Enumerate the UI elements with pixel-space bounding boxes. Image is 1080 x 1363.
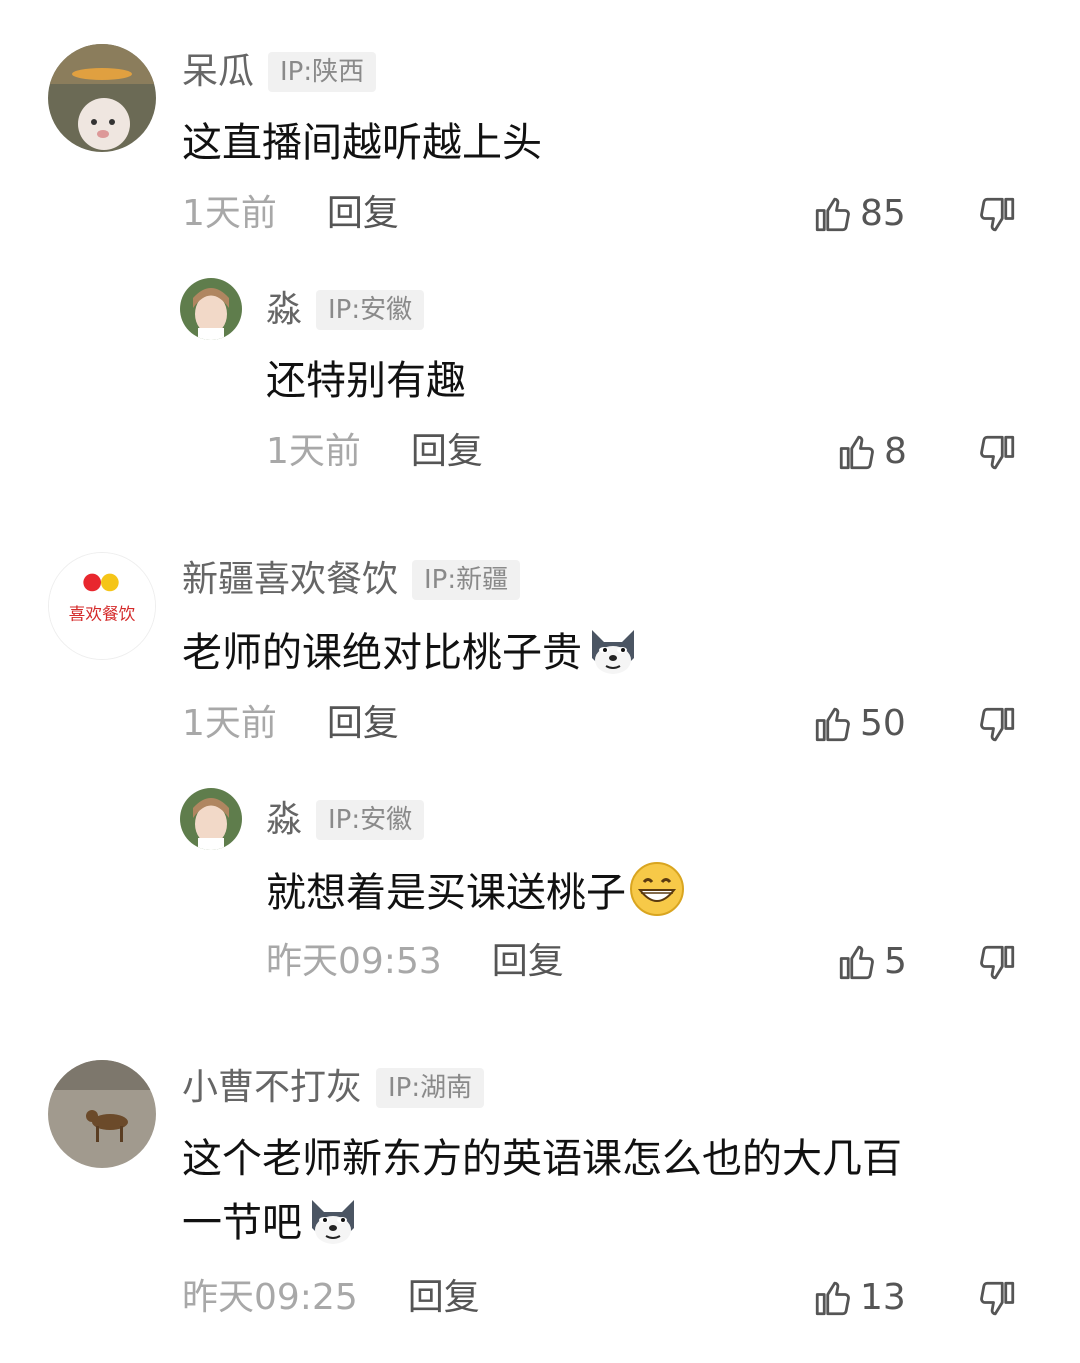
comment-text: 还特别有趣 <box>266 358 466 404</box>
thumbs-down-icon <box>980 197 1015 232</box>
thumbs-up-icon <box>839 945 874 980</box>
ip-badge: IP:湖南 <box>376 1068 485 1108</box>
avatar[interactable] <box>180 278 242 340</box>
comment-text: 这个老师新东方的英语课怎么也的大几百 一节吧 <box>182 1128 1012 1254</box>
like-count: 5 <box>884 941 907 982</box>
reply-button[interactable]: 回复 <box>408 1276 480 1320</box>
reply-button[interactable]: 回复 <box>492 940 564 984</box>
comment-text-line: 一节吧 <box>182 1190 1012 1254</box>
thumbs-up-icon <box>815 1281 850 1316</box>
thumbs-down-icon <box>980 945 1015 980</box>
dislike-button[interactable] <box>976 704 1018 746</box>
like-button[interactable]: 13 <box>812 1276 906 1320</box>
comment-text-body: 老师的课绝对比桃子贵 <box>182 630 582 676</box>
avatar[interactable] <box>48 1060 156 1168</box>
dislike-button[interactable] <box>976 432 1018 474</box>
username[interactable]: 淼 <box>266 288 302 332</box>
dislike-button[interactable] <box>976 942 1018 984</box>
timestamp: 昨天09:53 <box>266 941 442 982</box>
thumbs-down-icon <box>980 435 1015 470</box>
comment-text-line: 这个老师新东方的英语课怎么也的大几百 <box>182 1136 902 1182</box>
dislike-button[interactable] <box>976 194 1018 236</box>
like-count: 8 <box>884 431 907 472</box>
like-count: 85 <box>860 193 906 234</box>
avatar[interactable] <box>180 788 242 850</box>
comment-text: 老师的课绝对比桃子贵 <box>182 620 1012 684</box>
username[interactable]: 小曹不打灰 <box>182 1066 362 1110</box>
dislike-button[interactable] <box>976 1278 1018 1320</box>
like-button[interactable]: 8 <box>836 430 907 474</box>
username[interactable]: 新疆喜欢餐饮 <box>182 558 398 602</box>
doge-emoji <box>584 620 642 678</box>
comment-text-body: 一节吧 <box>182 1200 302 1246</box>
ip-badge: IP:安徽 <box>316 800 425 840</box>
like-button[interactable]: 85 <box>812 192 906 236</box>
thumbs-down-icon <box>980 1281 1015 1316</box>
username[interactable]: 淼 <box>266 798 302 842</box>
doge-emoji <box>304 1190 362 1248</box>
comment-text: 就想着是买课送桃子 <box>266 860 1080 924</box>
timestamp: 昨天09:25 <box>182 1277 358 1318</box>
timestamp: 1天前 <box>266 431 361 472</box>
thumbs-up-icon <box>815 707 850 742</box>
timestamp: 1天前 <box>182 703 277 744</box>
like-button[interactable]: 50 <box>812 702 906 746</box>
thumbs-up-icon <box>815 197 850 232</box>
like-count: 13 <box>860 1277 906 1318</box>
grin-emoji <box>628 860 686 918</box>
timestamp: 1天前 <box>182 193 277 234</box>
thumbs-up-icon <box>839 435 874 470</box>
thumbs-down-icon <box>980 707 1015 742</box>
ip-badge: IP:安徽 <box>316 290 425 330</box>
comment-text: 这直播间越听越上头 <box>182 120 542 166</box>
reply-button[interactable]: 回复 <box>411 430 483 474</box>
ip-badge: IP:新疆 <box>412 560 521 600</box>
ip-badge: IP:陕西 <box>268 52 377 92</box>
reply-button[interactable]: 回复 <box>327 702 399 746</box>
avatar[interactable] <box>48 44 156 152</box>
like-button[interactable]: 5 <box>836 940 907 984</box>
comment-text-body: 就想着是买课送桃子 <box>266 870 626 916</box>
username[interactable]: 呆瓜 <box>182 50 254 94</box>
like-count: 50 <box>860 703 906 744</box>
reply-button[interactable]: 回复 <box>327 192 399 236</box>
avatar[interactable]: 喜欢餐饮 <box>48 552 156 660</box>
avatar-logo-text: 喜欢餐饮 <box>69 605 136 624</box>
